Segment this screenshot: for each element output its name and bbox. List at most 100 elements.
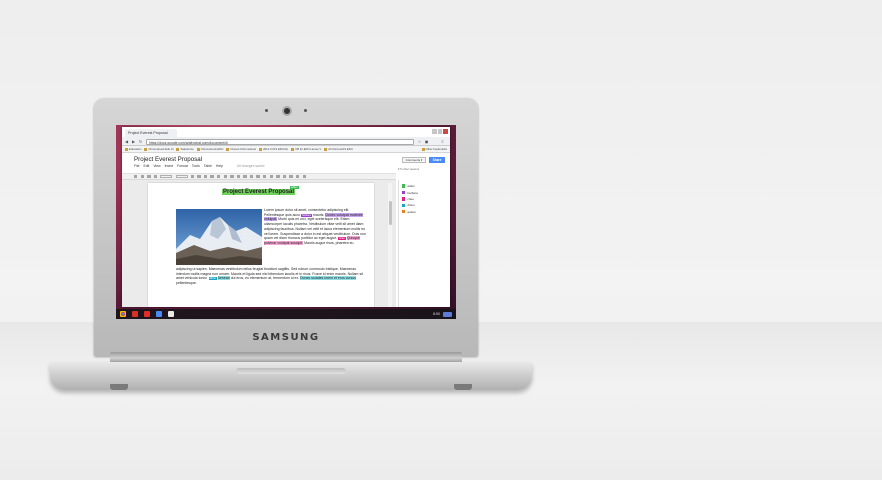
mic-right (304, 109, 307, 112)
highlight-icon[interactable] (223, 174, 227, 179)
bookmark-item[interactable]: Chromebook EDU (196, 147, 223, 151)
product-stage: Project Everest Proposal ◀ ▶ ↻ https://d… (0, 0, 882, 480)
redo-icon[interactable] (147, 174, 151, 179)
text-run: dui eros, eu elementum at, fermentum id … (229, 276, 301, 281)
document-title[interactable]: Project Everest Proposal (134, 156, 202, 163)
bookmark-item[interactable]: Education (125, 147, 141, 151)
docs-menu-bar: File Edit View Insert Format Tools Table… (134, 164, 264, 168)
color-swatch (402, 197, 406, 201)
docs-header: Project Everest Proposal ☆ File Edit Vie… (122, 153, 450, 173)
text-color-icon[interactable] (217, 174, 221, 179)
line-spacing-icon[interactable] (269, 174, 274, 179)
maximize-button[interactable] (437, 129, 443, 134)
menu-edit[interactable]: Edit (143, 164, 149, 168)
undo-icon[interactable] (140, 174, 144, 179)
link-icon[interactable] (230, 174, 234, 179)
font-select[interactable] (175, 174, 188, 179)
color-swatch (402, 209, 406, 214)
scroll-thumb[interactable] (388, 201, 392, 225)
body-paragraph-2: adipiscing ut sapien. Maecenas vestibulu… (176, 267, 370, 286)
underline-icon[interactable] (210, 174, 214, 179)
align-right-icon[interactable] (256, 174, 260, 179)
bulleted-list-icon[interactable] (282, 174, 287, 179)
mountain-photo[interactable] (176, 209, 262, 265)
text-run: pellentesque. (176, 281, 197, 286)
bookmark-item[interactable]: Cloned Chromebook (226, 147, 256, 151)
status-tray[interactable] (443, 311, 452, 317)
chrome-launcher-icon[interactable] (120, 311, 126, 317)
align-center-icon[interactable] (249, 174, 254, 179)
bookmarks-bar: Education Chromebook Edu Ki Salesforce C… (122, 146, 450, 153)
other-bookmarks[interactable]: Other bookmarks (421, 147, 447, 151)
menu-file[interactable]: File (134, 164, 139, 168)
bold-icon[interactable] (197, 174, 201, 179)
comment-icon[interactable] (236, 174, 241, 179)
paint-format-icon[interactable] (153, 174, 158, 179)
align-left-icon[interactable] (243, 174, 247, 179)
window-controls (432, 129, 449, 134)
body-paragraph-1: Lorem ipsum dolor sit amet, consectetur … (264, 208, 368, 246)
cursor-flag-adam: adam (290, 186, 299, 190)
share-button[interactable]: Share (429, 157, 445, 163)
font-size-select[interactable] (190, 174, 195, 179)
mic-left (265, 109, 268, 112)
bookmark-item[interactable]: Chromebook Edu Ki (144, 147, 173, 151)
justify-icon[interactable] (263, 174, 267, 179)
star-bookmark-icon[interactable]: ☆ (417, 139, 422, 144)
browser-tab[interactable]: Project Everest Proposal (125, 129, 177, 137)
brand-logo: SAMSUNG (252, 332, 320, 343)
style-select[interactable] (160, 174, 173, 179)
forward-icon[interactable]: ▶ (131, 139, 136, 144)
foot-left (110, 384, 128, 390)
clear-format-icon[interactable] (302, 174, 306, 179)
cursor-flag-chee: chee (338, 237, 346, 241)
viewers-label[interactable]: ▾ 5 other viewers (398, 167, 419, 171)
gmail-icon[interactable] (132, 311, 138, 317)
menu-format[interactable]: Format (177, 164, 188, 168)
reload-icon[interactable]: ↻ (138, 139, 143, 144)
search-app-icon[interactable] (156, 311, 162, 317)
menu-insert[interactable]: Insert (165, 164, 173, 168)
bookmark-item[interactable]: 2012 CrOS EDU Re (259, 147, 288, 151)
highlighted-text-teal: Aenean (217, 276, 230, 281)
formatting-toolbar (122, 173, 396, 180)
back-icon[interactable]: ◀ (124, 139, 129, 144)
collaborator-item[interactable]: avatar (399, 209, 450, 215)
address-bar[interactable]: https://docs.google.com/a/afrostrat.com/… (146, 138, 414, 145)
menu-tools[interactable]: Tools (192, 164, 200, 168)
bookmark-item[interactable]: All ChromeOS EDU (324, 147, 353, 151)
lid-notch (236, 368, 346, 374)
document-page[interactable]: Project Everest Proposal adam Lorem ipsu… (148, 183, 374, 307)
print-icon[interactable] (134, 174, 138, 179)
color-swatch (402, 184, 406, 188)
comments-button[interactable]: Comments ▾ (402, 157, 426, 163)
bookmark-item[interactable]: CB for EDU House V (291, 147, 321, 151)
tab-title: Project Everest Proposal (128, 131, 168, 135)
color-swatch (402, 190, 406, 195)
youtube-icon[interactable] (144, 311, 150, 317)
menu-view[interactable]: View (153, 164, 160, 168)
editor-scrollbar[interactable] (388, 183, 392, 307)
bookmark-item[interactable]: Salesforce (176, 147, 194, 151)
tab-strip: Project Everest Proposal (122, 127, 450, 137)
status-clock[interactable]: 8:50 (433, 312, 440, 316)
italic-icon[interactable] (203, 174, 208, 179)
indent-icon[interactable] (289, 174, 293, 179)
numbered-list-icon[interactable] (276, 174, 280, 179)
laptop-screen: Project Everest Proposal ◀ ▶ ↻ https://d… (116, 125, 456, 319)
minimize-button[interactable] (432, 129, 437, 134)
chrome-menu-icon[interactable]: ≡ (440, 139, 445, 144)
docs-app-icon[interactable] (168, 311, 174, 317)
close-button[interactable] (443, 129, 449, 134)
star-icon[interactable]: ☆ (194, 157, 198, 163)
highlighted-text-teal: Donec sodales lorem et eros cursus (300, 276, 356, 281)
laptop-base (50, 362, 532, 390)
url-text: https://docs.google.com/a/afrostrat.com/… (149, 140, 228, 145)
os-shelf: 8:50 (116, 309, 456, 319)
color-swatch (402, 203, 406, 207)
menu-help[interactable]: Help (216, 164, 223, 168)
extension-icon[interactable]: ◼ (424, 139, 429, 144)
menu-table[interactable]: Table (204, 164, 212, 168)
save-status: All changes saved (236, 164, 265, 168)
outdent-icon[interactable] (295, 174, 300, 179)
